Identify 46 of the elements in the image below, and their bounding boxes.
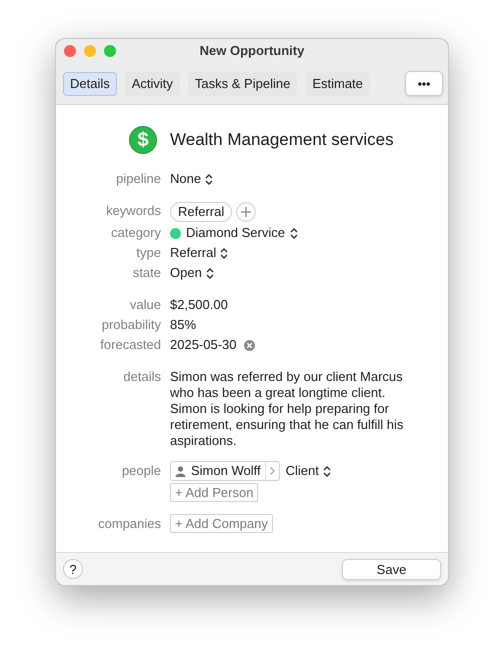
add-company-button[interactable]: + Add Company [170, 514, 273, 533]
more-button[interactable]: ••• [405, 71, 443, 96]
field-label: type [135, 244, 161, 262]
clear-icon[interactable] [244, 340, 254, 350]
field-label: companies [97, 515, 161, 533]
dollar-icon: $ [129, 126, 157, 154]
chevron-right-icon[interactable] [270, 467, 275, 475]
chevron-icon [290, 228, 298, 238]
field-value: $2,500.00 [170, 297, 228, 312]
role-popup[interactable]: Client [286, 461, 331, 481]
field-label: pipeline [115, 170, 161, 188]
add-person-button[interactable]: + Add Person [170, 483, 258, 502]
date-value: 2025-05-30 [170, 336, 236, 354]
add-icon[interactable] [236, 202, 256, 222]
popup-button[interactable]: None [170, 169, 214, 189]
chevron-icon [322, 466, 331, 476]
chevron-icon [220, 248, 228, 258]
save-button[interactable]: Save [342, 558, 441, 580]
field-label: details [122, 368, 161, 386]
field-label: probability [100, 316, 161, 334]
chevron-icon [205, 174, 214, 184]
popup-button[interactable]: Open [170, 263, 214, 283]
window-title: New Opportunity [200, 42, 304, 60]
tab[interactable]: Details [63, 72, 117, 96]
tab[interactable]: Estimate [305, 72, 370, 96]
field-label: people [120, 462, 161, 480]
field-label: category [110, 224, 161, 242]
field-label: value [128, 296, 161, 314]
chevron-icon [206, 268, 214, 278]
tab[interactable]: Activity [124, 72, 180, 96]
tab[interactable]: Tasks & Pipeline [188, 72, 298, 96]
zoom-button[interactable] [104, 45, 116, 57]
category-popup[interactable]: Diamond Service [170, 223, 298, 243]
field-value: 85% [170, 317, 196, 332]
details-text: Simon was referred by our client Marcus who has been a great longtime client. Simon is looking for help preparing for retirement, ensuring that he can fulfill his aspirations. [170, 368, 404, 449]
help-button[interactable]: ? [63, 559, 83, 579]
popup-button[interactable]: Referral [170, 243, 228, 263]
field-label: keywords [105, 202, 161, 220]
person-icon [175, 466, 186, 476]
minimize-button[interactable] [84, 45, 96, 57]
close-button[interactable] [64, 45, 76, 57]
keyword-tag[interactable]: Referral [170, 202, 232, 222]
field-label: forecasted [99, 336, 161, 354]
field-label: state [132, 264, 161, 282]
opportunity-title: Wealth Management services [170, 129, 394, 152]
person-chip[interactable]: Simon Wolff [170, 461, 280, 481]
